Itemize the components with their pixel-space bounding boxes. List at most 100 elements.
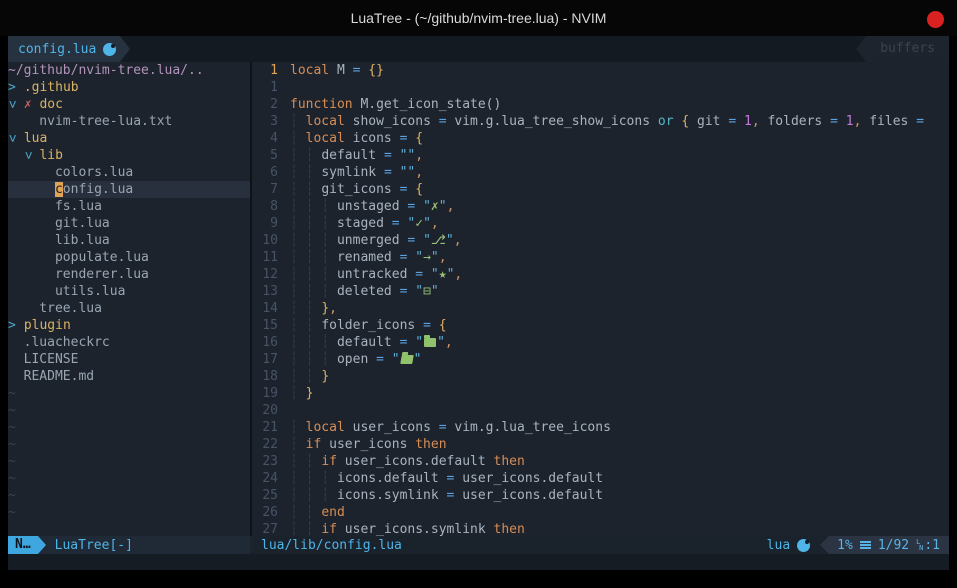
code-token: " bbox=[431, 250, 439, 265]
code-token: user_icons.symlink bbox=[337, 522, 494, 536]
powerline-arrow-icon bbox=[120, 36, 130, 62]
tree-item-github[interactable]: > .github bbox=[8, 79, 250, 96]
title-bar: LuaTree - (~/github/nvim-tree.lua) - NVI… bbox=[0, 0, 957, 36]
code-token: ┆ ┆ ┆ bbox=[290, 284, 337, 299]
code-line[interactable]: 16┆ ┆ ┆ default = "", bbox=[252, 334, 949, 351]
code-token: git.lua bbox=[8, 216, 110, 231]
tree-item-populate-lua[interactable]: populate.lua bbox=[8, 249, 250, 266]
code-line[interactable]: 9┆ ┆ ┆ staged = "✓", bbox=[252, 215, 949, 232]
code-token: = bbox=[407, 233, 423, 248]
code-line[interactable]: 6┆ ┆ symlink = "", bbox=[252, 164, 949, 181]
code-line[interactable]: 1 bbox=[252, 79, 949, 96]
code-token: ┆ ┆ bbox=[290, 165, 321, 180]
tree-item-readme-md[interactable]: README.md bbox=[8, 368, 250, 385]
tree-item-colors-lua[interactable]: colors.lua bbox=[8, 164, 250, 181]
tree-item-renderer-lua[interactable]: renderer.lua bbox=[8, 266, 250, 283]
buffers-segment[interactable]: buffers bbox=[856, 36, 949, 62]
code-token: " bbox=[431, 284, 439, 299]
code-token: , bbox=[752, 114, 768, 129]
tree-item-fs-lua[interactable]: fs.lua bbox=[8, 198, 250, 215]
tree-item-lua[interactable]: > lua bbox=[8, 130, 250, 147]
code-line[interactable]: 22┆ if user_icons then bbox=[252, 436, 949, 453]
code-line[interactable]: 2function M.get_icon_state() bbox=[252, 96, 949, 113]
tree-item-luacheckrc[interactable]: .luacheckrc bbox=[8, 334, 250, 351]
tree-item-lib[interactable]: > lib bbox=[8, 147, 250, 164]
code-line[interactable]: 26┆ ┆ end bbox=[252, 504, 949, 521]
tree-item-doc[interactable]: > ✗ doc bbox=[8, 96, 250, 113]
code-token: tree.lua bbox=[8, 301, 102, 316]
code-token: vim.g.lua_tree_icons bbox=[454, 420, 611, 435]
line-number: 13 bbox=[252, 283, 290, 300]
code-token: " bbox=[437, 335, 445, 350]
code-line[interactable]: 18┆ ┆ } bbox=[252, 368, 949, 385]
tree-filler: ~ bbox=[8, 436, 250, 453]
code-line[interactable]: 12┆ ┆ ┆ untracked = "★", bbox=[252, 266, 949, 283]
tree-item-git-lua[interactable]: git.lua bbox=[8, 215, 250, 232]
code-token: = bbox=[439, 114, 455, 129]
code-line[interactable]: 15┆ ┆ folder_icons = { bbox=[252, 317, 949, 334]
code-line[interactable]: 11┆ ┆ ┆ renamed = "→", bbox=[252, 249, 949, 266]
chevron-right-icon: > bbox=[8, 317, 16, 334]
code-token: user_icons.default bbox=[337, 454, 494, 469]
tree-item-lib-lua[interactable]: lib.lua bbox=[8, 232, 250, 249]
code-line[interactable]: 23┆ ┆ if user_icons.default then bbox=[252, 453, 949, 470]
code-line[interactable]: 27┆ ┆ if user_icons.symlink then bbox=[252, 521, 949, 536]
line-number: 1 bbox=[252, 79, 290, 96]
buffers-label: buffers bbox=[866, 36, 949, 62]
code-token bbox=[16, 318, 24, 333]
tree-root[interactable]: ~/github/nvim-tree.lua/.. bbox=[8, 62, 250, 79]
git-dirty-icon: ✗ bbox=[24, 97, 32, 112]
code-line[interactable]: 4┆ local icons = { bbox=[252, 130, 949, 147]
code-token: plugin bbox=[24, 318, 71, 333]
git-untracked-icon: ★ bbox=[439, 267, 447, 282]
code-token: untracked bbox=[337, 267, 415, 282]
code-line[interactable]: 24┆ ┆ ┆ icons.default = user_icons.defau… bbox=[252, 470, 949, 487]
code-line[interactable]: 14┆ ┆ }, bbox=[252, 300, 949, 317]
mode-indicator: N… bbox=[8, 536, 38, 554]
code-text: ┆ ┆ }, bbox=[290, 300, 949, 317]
tree-item-plugin[interactable]: > plugin bbox=[8, 317, 250, 334]
tree-item-nvim-tree-lua-txt[interactable]: nvim-tree-lua.txt bbox=[8, 113, 250, 130]
tree-item-license[interactable]: LICENSE bbox=[8, 351, 250, 368]
tree-item-utils-lua[interactable]: utils.lua bbox=[8, 283, 250, 300]
code-token: function bbox=[290, 97, 353, 112]
code-text: ┆ ┆ ┆ unstaged = "✗", bbox=[290, 198, 949, 215]
code-line[interactable]: 8┆ ┆ ┆ unstaged = "✗", bbox=[252, 198, 949, 215]
code-line[interactable]: 1local M = {} bbox=[252, 62, 949, 79]
scroll-percent: 1% bbox=[837, 538, 853, 553]
code-token: ~ bbox=[8, 505, 16, 520]
code-token: end bbox=[321, 505, 344, 520]
code-line[interactable]: 7┆ ┆ git_icons = { bbox=[252, 181, 949, 198]
code-token: doc bbox=[39, 97, 62, 112]
line-number: 16 bbox=[252, 334, 290, 351]
code-token: or bbox=[658, 114, 674, 129]
command-line[interactable] bbox=[8, 554, 949, 570]
code-line[interactable]: 3┆ local show_icons = vim.g.lua_tree_sho… bbox=[252, 113, 949, 130]
code-token: README.md bbox=[8, 369, 94, 384]
tab-config-lua[interactable]: config.lua bbox=[8, 36, 120, 62]
tree-item-config-lua[interactable]: config.lua bbox=[8, 181, 250, 198]
code-token: { bbox=[674, 114, 697, 129]
code-line[interactable]: 21┆ local user_icons = vim.g.lua_tree_ic… bbox=[252, 419, 949, 436]
code-token: = bbox=[400, 284, 416, 299]
code-token: ┆ ┆ bbox=[290, 369, 321, 384]
code-token: = bbox=[916, 114, 924, 129]
code-token: "" bbox=[400, 165, 416, 180]
code-line[interactable]: 25┆ ┆ ┆ icons.symlink = user_icons.defau… bbox=[252, 487, 949, 504]
code-line[interactable]: 5┆ ┆ default = "", bbox=[252, 147, 949, 164]
code-line[interactable]: 10┆ ┆ ┆ unmerged = "⎇", bbox=[252, 232, 949, 249]
code-text: ┆ ┆ ┆ deleted = "⊟" bbox=[290, 283, 949, 300]
code-token: ~ bbox=[8, 403, 16, 418]
code-line[interactable]: 19┆ } bbox=[252, 385, 949, 402]
code-token: = bbox=[830, 114, 846, 129]
powerline-arrow-icon bbox=[856, 36, 866, 62]
code-line[interactable]: 17┆ ┆ ┆ open = "" bbox=[252, 351, 949, 368]
code-line[interactable]: 20 bbox=[252, 402, 949, 419]
code-line[interactable]: 13┆ ┆ ┆ deleted = "⊟" bbox=[252, 283, 949, 300]
tree-item-tree-lua[interactable]: tree.lua bbox=[8, 300, 250, 317]
code-token: " bbox=[415, 284, 423, 299]
code-token: utils.lua bbox=[8, 284, 125, 299]
code-token: ┆ bbox=[290, 420, 306, 435]
close-button[interactable] bbox=[927, 11, 944, 28]
code-token: user_icons bbox=[345, 420, 439, 435]
